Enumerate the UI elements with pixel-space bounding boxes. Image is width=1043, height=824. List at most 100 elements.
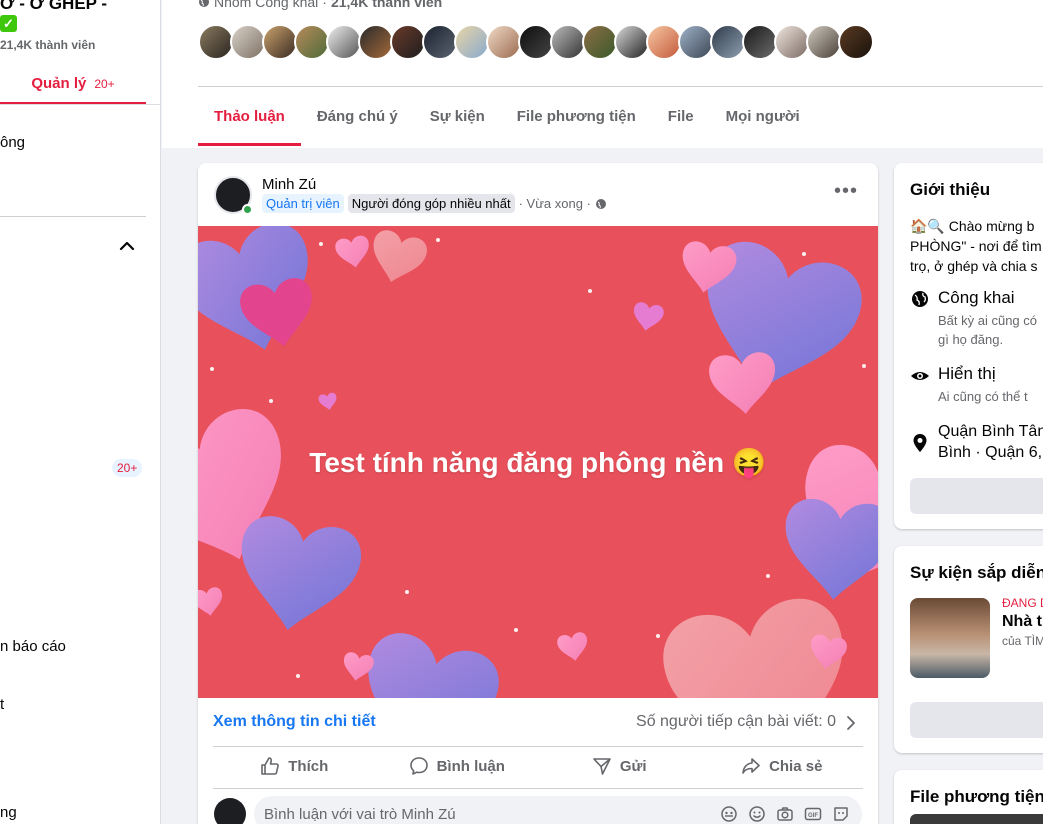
visible-desc: Ai cũng có thể t (938, 389, 1028, 404)
avatar[interactable] (214, 798, 246, 824)
sidebar-item[interactable]: n báo cáo (0, 638, 66, 655)
avatar[interactable] (294, 24, 330, 60)
tab-events[interactable]: Sự kiện (414, 88, 501, 146)
avatar[interactable] (422, 24, 458, 60)
send-label: Gửi (619, 757, 647, 775)
gif-icon[interactable]: GIF (804, 805, 822, 823)
event-live-label: ĐANG D (1002, 596, 1043, 610)
sidebar-item[interactable]: t (0, 696, 4, 713)
globe-icon (912, 291, 928, 307)
about-intro-line: PHÒNG" - nơi để tìm (910, 238, 1042, 254)
avatar-sticker-icon[interactable] (720, 805, 738, 823)
event-name[interactable]: Nhà t (1002, 613, 1042, 631)
send-button[interactable]: Gửi (538, 747, 701, 785)
avatar[interactable] (806, 24, 842, 60)
post-card: Minh Zú Quản trị viên Người đóng góp nhi… (198, 163, 878, 824)
public-desc: Bất kỳ ai cũng có gì họ đăng. (938, 311, 1037, 349)
avatar[interactable] (390, 24, 426, 60)
comment-placeholder: Bình luận với vai trò Minh Zú (264, 806, 456, 823)
sidebar-item[interactable]: ng (0, 804, 17, 821)
events-title: Sự kiện sắp diễn r (910, 563, 1043, 582)
divider (213, 788, 863, 789)
events-card: Sự kiện sắp diễn r ĐANG D Nhà t của TÌM (894, 546, 1043, 753)
avatar[interactable] (230, 24, 266, 60)
comment-label: Bình luận (436, 757, 505, 775)
tab-manage-count: 20+ (94, 77, 115, 91)
event-host: của TÌM (1002, 634, 1043, 648)
avatar[interactable] (550, 24, 586, 60)
check-icon: ✓ (0, 15, 17, 32)
avatar[interactable] (518, 24, 554, 60)
tab-people[interactable]: Mọi người (710, 88, 816, 146)
about-intro: 🏠🔍 Chào mừng b PHÒNG" - nơi để tìm trọ, … (910, 216, 1043, 276)
left-sidebar: Ở - Ở GHÉP - ✓ 21,4K thành viên Quản lý … (0, 0, 161, 824)
comment-icon (409, 757, 428, 775)
event-thumbnail[interactable] (910, 598, 990, 678)
globe-icon (595, 198, 606, 209)
share-icon (742, 758, 760, 774)
about-intro-line: trọ, ở ghép và chia s (910, 258, 1038, 274)
sticker-icon[interactable] (832, 805, 850, 823)
post-author[interactable]: Minh Zú (262, 176, 316, 193)
group-tabs: Thảo luận Đáng chú ý Sự kiện File phương… (198, 88, 816, 146)
chevron-right-icon[interactable] (844, 714, 858, 732)
comment-button[interactable]: Bình luận (376, 747, 539, 785)
avatar[interactable] (326, 24, 362, 60)
avatar[interactable] (582, 24, 618, 60)
avatar[interactable] (838, 24, 874, 60)
post-text: Test tính năng đăng phông nền 😝 (309, 446, 767, 478)
media-thumbnail[interactable] (910, 814, 1043, 824)
camera-icon[interactable] (776, 805, 794, 823)
globe-icon (199, 0, 209, 7)
post-reach[interactable]: Số người tiếp cận bài viết: 0 (636, 713, 836, 731)
view-insights-link[interactable]: Xem thông tin chi tiết (213, 713, 376, 731)
avatar[interactable] (262, 24, 298, 60)
tab-discussion[interactable]: Thảo luận (198, 88, 301, 146)
like-button[interactable]: Thích (213, 747, 376, 785)
learn-more-button[interactable] (910, 478, 1043, 514)
about-card: Giới thiệu 🏠🔍 Chào mừng b PHÒNG" - nơi đ… (894, 163, 1043, 529)
media-title: File phương tiện n (910, 787, 1043, 806)
avatar[interactable] (678, 24, 714, 60)
avatar[interactable] (486, 24, 522, 60)
member-avatar-strip[interactable] (198, 24, 874, 60)
avatar[interactable] (742, 24, 778, 60)
tab-featured[interactable]: Đáng chú ý (301, 88, 414, 146)
avatar[interactable] (710, 24, 746, 60)
avatar[interactable] (646, 24, 682, 60)
avatar[interactable] (358, 24, 394, 60)
more-options-icon[interactable]: ••• (834, 181, 858, 201)
post-meta: Quản trị viên Người đóng góp nhiều nhất … (262, 194, 607, 213)
admin-badge[interactable]: Quản trị viên (262, 194, 344, 213)
avatar[interactable] (614, 24, 650, 60)
tab-files[interactable]: File (652, 88, 710, 146)
media-card: File phương tiện n (894, 770, 1043, 824)
separator: · (322, 0, 327, 10)
avatar[interactable] (774, 24, 810, 60)
avatar[interactable] (198, 24, 234, 60)
sidebar-member-count: 21,4K thành viên (0, 38, 96, 52)
comment-tools: GIF (720, 805, 850, 823)
svg-text:GIF: GIF (808, 813, 818, 819)
comment-input[interactable]: Bình luận với vai trò Minh Zú GIF (254, 796, 862, 824)
top-contributor-badge[interactable]: Người đóng góp nhiều nhất (347, 194, 515, 213)
insight-row: Xem thông tin chi tiết Số người tiếp cận… (198, 698, 878, 748)
chevron-up-icon[interactable] (117, 236, 137, 256)
share-button[interactable]: Chia sẻ (701, 747, 864, 785)
emoji-icon[interactable] (748, 805, 766, 823)
tab-manage[interactable]: Quản lý 20+ (0, 71, 146, 105)
sidebar-item[interactable]: ông (0, 134, 25, 151)
group-privacy: Nhóm Công khai (214, 0, 319, 10)
tab-manage-label: Quản lý (31, 75, 87, 92)
sidebar-group-title[interactable]: Ở - Ở GHÉP - (0, 0, 107, 14)
location-line: Bình · Quận 6, (938, 444, 1043, 461)
post-time[interactable]: · Vừa xong · (519, 196, 591, 211)
like-label: Thích (288, 757, 329, 775)
see-all-events-button[interactable] (910, 702, 1043, 738)
group-member-count[interactable]: 21,4K thành viên (331, 0, 442, 10)
divider (198, 86, 1043, 87)
public-desc-line: gì họ đăng. (938, 332, 1004, 347)
avatar[interactable] (454, 24, 490, 60)
post-actions: Thích Bình luận Gửi Chia sẻ (213, 747, 863, 785)
tab-media[interactable]: File phương tiện (501, 88, 652, 146)
